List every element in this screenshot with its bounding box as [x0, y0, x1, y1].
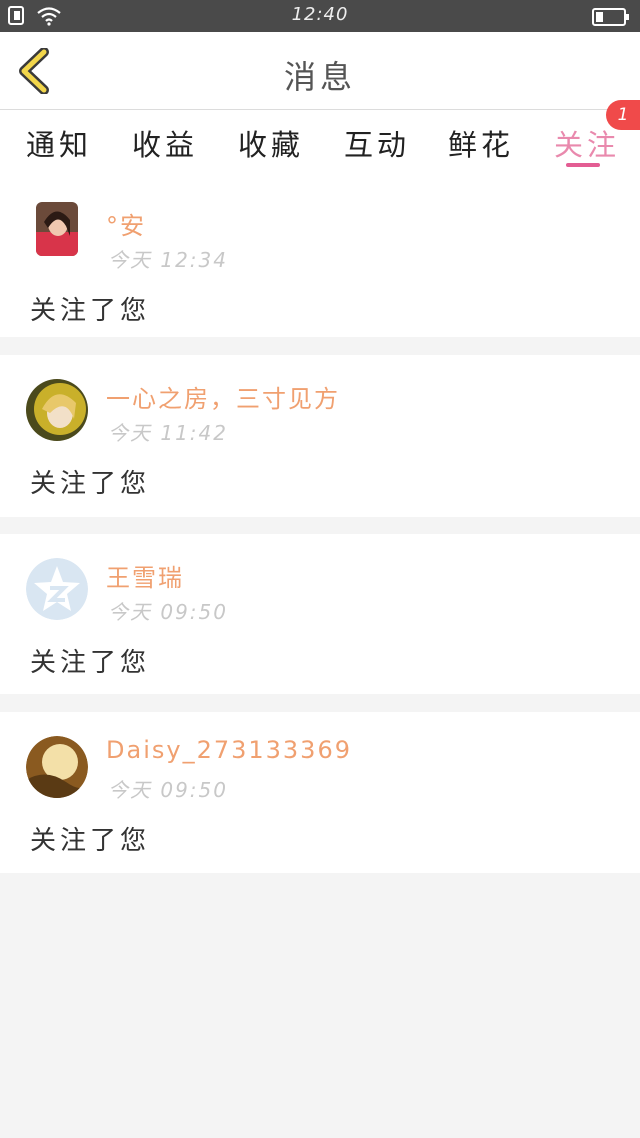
message-item[interactable]: 王雪瑞 今天 09:50 关注了您 — [0, 534, 640, 694]
tab-following[interactable]: 关注 — [554, 122, 620, 166]
status-time: 12:40 — [291, 4, 349, 25]
user-name[interactable]: Daisy_273133369 — [106, 736, 352, 764]
photo-avatar-icon — [36, 202, 78, 256]
message-time: 今天 09:50 — [108, 600, 228, 624]
photo-avatar-icon — [26, 736, 88, 798]
user-avatar[interactable] — [26, 379, 88, 441]
user-name[interactable]: °安 — [106, 206, 146, 241]
header: 消息 — [0, 32, 640, 110]
message-action: 关注了您 — [30, 469, 151, 499]
tab-bar: 通知 收益 收藏 互动 鲜花 关注 — [0, 110, 640, 182]
message-action: 关注了您 — [30, 826, 151, 856]
default-star-avatar-icon — [26, 558, 88, 620]
tab-flowers[interactable]: 鲜花 — [448, 122, 514, 166]
user-avatar[interactable] — [26, 736, 88, 798]
battery-icon — [592, 8, 629, 26]
tab-earnings[interactable]: 收益 — [132, 122, 198, 166]
tab-interactions[interactable]: 互动 — [344, 122, 410, 166]
tab-favorites[interactable]: 收藏 — [238, 122, 304, 166]
user-avatar[interactable] — [26, 558, 88, 620]
message-action: 关注了您 — [30, 296, 151, 326]
message-item[interactable]: °安 今天 12:34 关注了您 — [0, 182, 640, 337]
active-tab-indicator — [566, 163, 600, 167]
user-name[interactable]: 一心之房，三寸见方 — [106, 379, 340, 414]
message-time: 今天 12:34 — [108, 248, 228, 272]
message-item[interactable]: Daisy_273133369 今天 09:50 关注了您 — [0, 712, 640, 873]
status-bar: 12:40 — [0, 0, 640, 32]
message-item[interactable]: 一心之房，三寸见方 今天 11:42 关注了您 — [0, 355, 640, 517]
user-avatar[interactable] — [36, 202, 78, 256]
photo-avatar-icon — [26, 379, 88, 441]
user-name[interactable]: 王雪瑞 — [106, 558, 184, 593]
message-time: 今天 09:50 — [108, 778, 228, 802]
following-badge: 1 — [606, 100, 640, 130]
tab-notifications[interactable]: 通知 — [26, 122, 92, 166]
page-title: 消息 — [283, 58, 356, 96]
message-action: 关注了您 — [30, 648, 151, 678]
message-time: 今天 11:42 — [108, 421, 228, 445]
